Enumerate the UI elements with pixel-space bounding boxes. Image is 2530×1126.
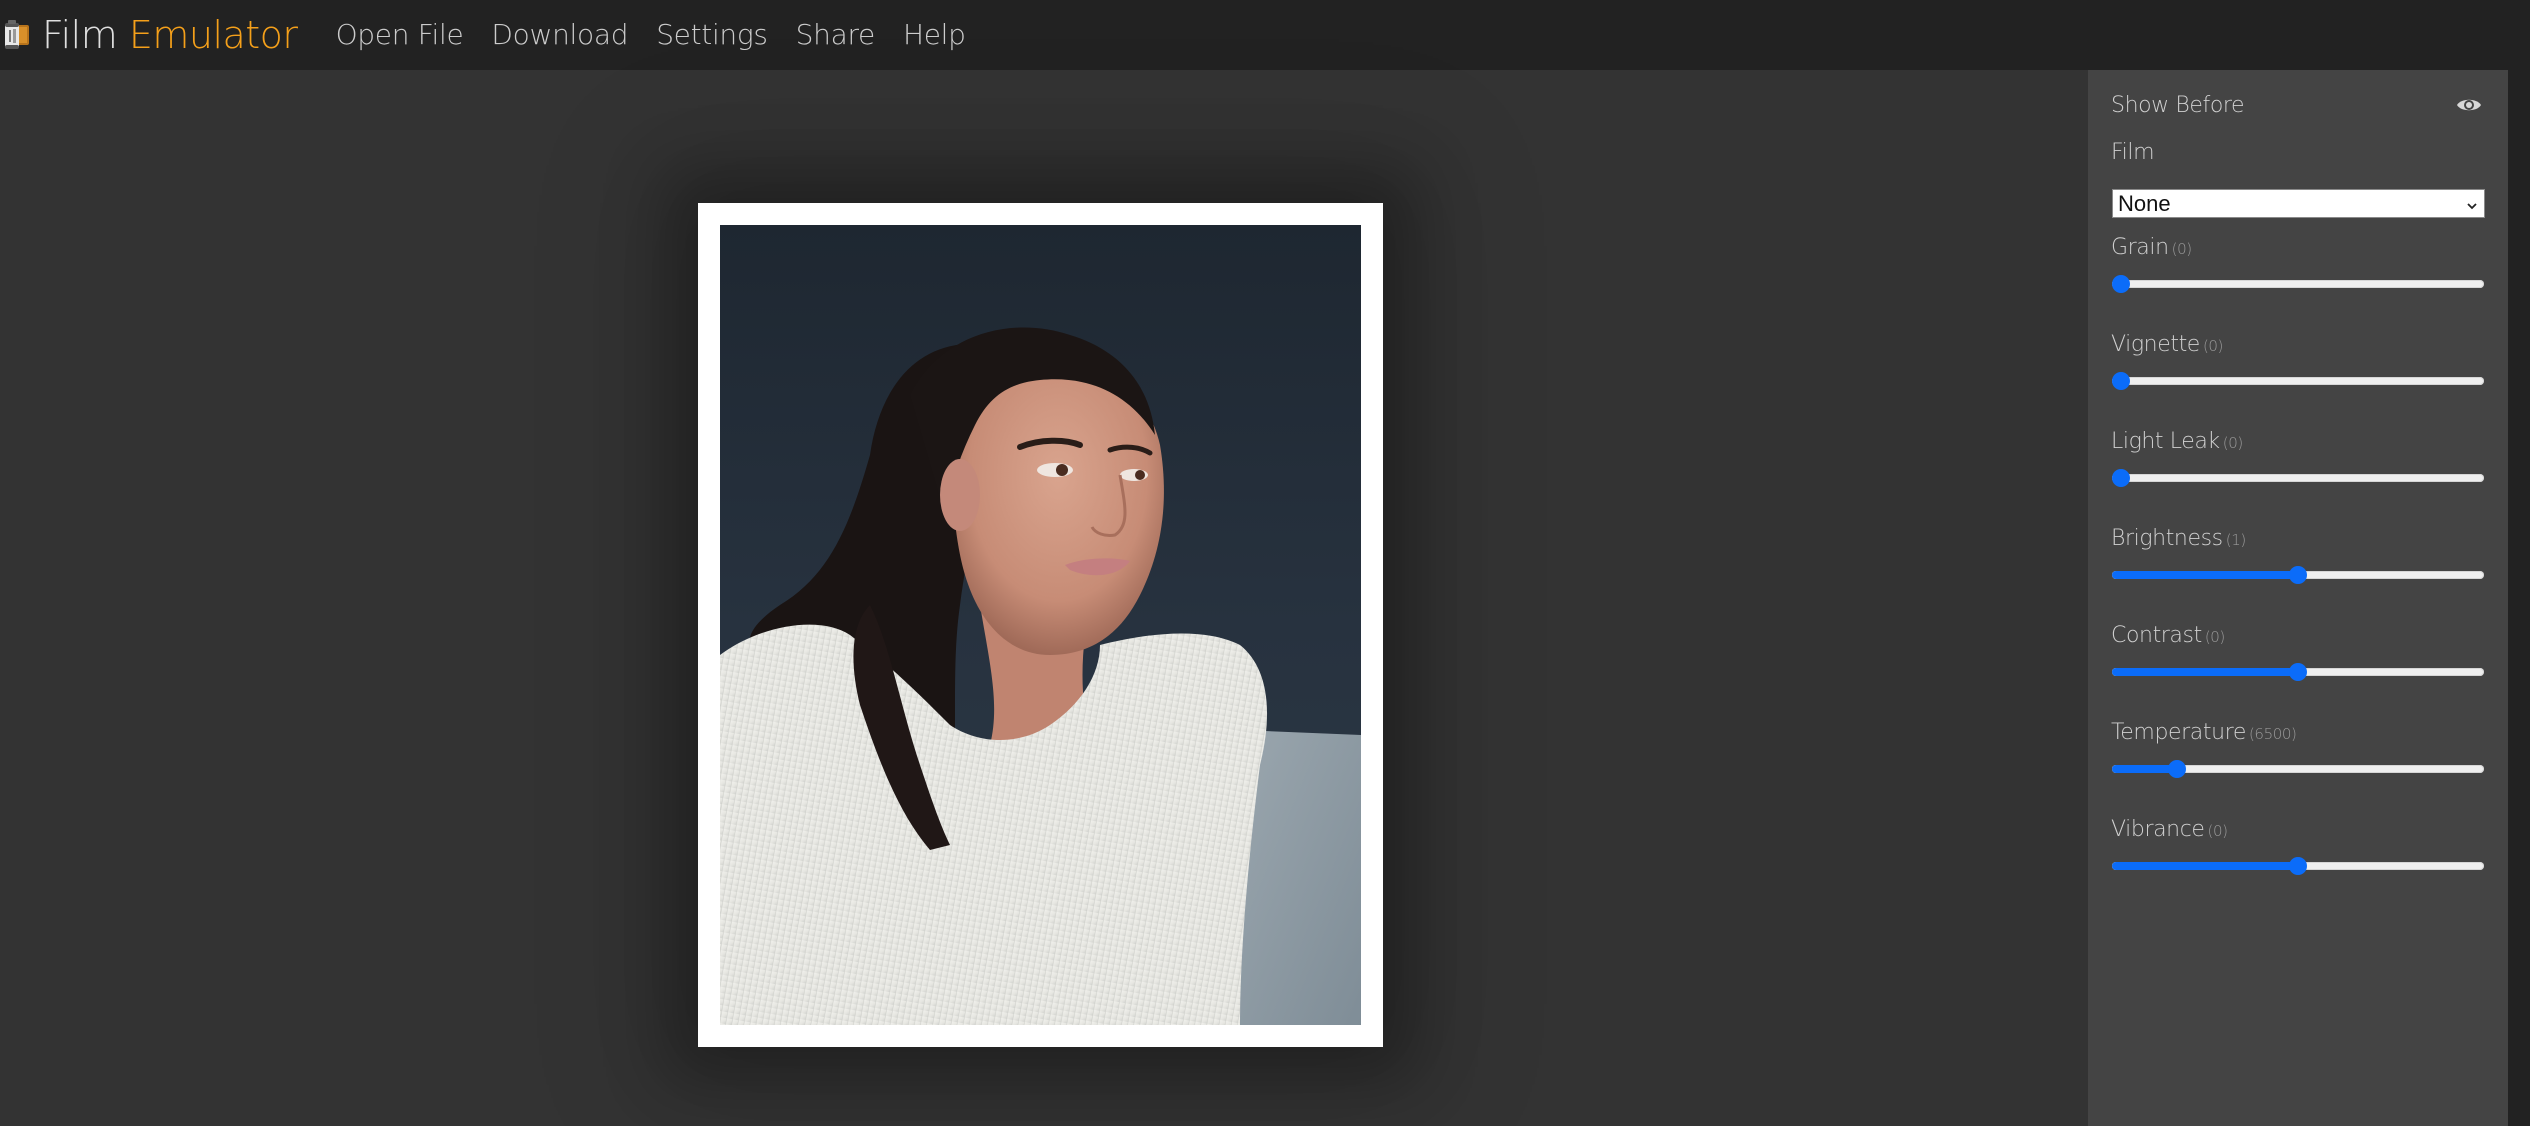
show-before-row[interactable]: Show Before: [2111, 90, 2486, 120]
top-navbar: Film Emulator Open File Download Setting…: [0, 0, 2530, 70]
contrast-label: Contrast (0): [2111, 621, 2225, 652]
vibrance-slider-fill: [2112, 862, 2298, 870]
slider-group-temperature: Temperature (6500): [2111, 718, 2486, 798]
film-canister-icon: [2, 15, 32, 55]
slider-group-vibrance: Vibrance (0): [2111, 815, 2486, 895]
photo-preview[interactable]: [720, 225, 1361, 1025]
contrast-slider-thumb[interactable]: [2289, 663, 2307, 681]
nav-share[interactable]: Share: [796, 0, 876, 70]
slider-group-brightness: Brightness (1): [2111, 524, 2486, 604]
photo-frame: [698, 203, 1383, 1047]
contrast-value: (0): [2204, 628, 2225, 646]
eye-icon[interactable]: [2456, 96, 2482, 114]
contrast-slider[interactable]: [2112, 663, 2484, 681]
app-title-film: Film: [42, 13, 118, 57]
slider-group-vignette: Vignette (0): [2111, 330, 2486, 410]
grain-label: Grain (0): [2111, 233, 2192, 264]
grain-slider-thumb[interactable]: [2112, 275, 2130, 293]
contrast-label-text: Contrast: [2111, 623, 2202, 648]
light-leak-value: (0): [2222, 434, 2243, 452]
brand[interactable]: Film Emulator: [0, 0, 298, 70]
app-title-emulator: Emulator: [128, 13, 298, 57]
adjustments-panel: Show Before Film None Grain (0) Vignette (0…: [2088, 70, 2508, 1126]
vignette-slider[interactable]: [2112, 372, 2484, 390]
vibrance-label-text: Vibrance: [2111, 817, 2205, 842]
main-nav: Open File Download Settings Share Help: [336, 0, 994, 70]
film-select-value: None: [2118, 190, 2171, 216]
film-label: Film: [2111, 140, 2155, 165]
slider-group-light-leak: Light Leak (0): [2111, 427, 2486, 507]
vibrance-label: Vibrance (0): [2111, 815, 2228, 846]
temperature-value: (6500): [2248, 725, 2297, 743]
chevron-down-icon: [2466, 197, 2478, 210]
grain-slider-track[interactable]: [2112, 280, 2484, 288]
grain-label-text: Grain: [2111, 235, 2169, 260]
light-leak-label: Light Leak (0): [2111, 427, 2243, 458]
film-select[interactable]: None: [2112, 189, 2485, 218]
app-title: Film Emulator: [42, 0, 298, 70]
portrait-illustration: [720, 225, 1361, 1025]
brightness-slider-fill: [2112, 571, 2298, 579]
brightness-slider[interactable]: [2112, 566, 2484, 584]
light-leak-slider-thumb[interactable]: [2112, 469, 2130, 487]
show-before-label: Show Before: [2111, 92, 2245, 118]
slider-group-contrast: Contrast (0): [2111, 621, 2486, 701]
nav-download[interactable]: Download: [491, 0, 628, 70]
brightness-value: (1): [2225, 531, 2246, 549]
temperature-label-text: Temperature: [2111, 720, 2246, 745]
nav-open-file[interactable]: Open File: [336, 0, 464, 70]
vignette-label: Vignette (0): [2111, 330, 2223, 361]
vibrance-slider-thumb[interactable]: [2289, 857, 2307, 875]
image-workspace: [0, 70, 2088, 1126]
vignette-slider-thumb[interactable]: [2112, 372, 2130, 390]
brightness-slider-thumb[interactable]: [2289, 566, 2307, 584]
nav-help[interactable]: Help: [903, 0, 966, 70]
light-leak-label-text: Light Leak: [2111, 429, 2220, 454]
brightness-label: Brightness (1): [2111, 524, 2246, 555]
slider-group-grain: Grain (0): [2111, 233, 2486, 313]
light-leak-slider[interactable]: [2112, 469, 2484, 487]
temperature-label: Temperature (6500): [2111, 718, 2297, 749]
vibrance-slider[interactable]: [2112, 857, 2484, 875]
panel-scrollbar-track[interactable]: [2508, 70, 2530, 1126]
contrast-slider-fill: [2112, 668, 2298, 676]
grain-value: (0): [2171, 240, 2192, 258]
temperature-slider[interactable]: [2112, 760, 2484, 778]
temperature-slider-thumb[interactable]: [2168, 760, 2187, 778]
vignette-value: (0): [2202, 337, 2224, 355]
nav-settings[interactable]: Settings: [656, 0, 768, 70]
vibrance-value: (0): [2207, 822, 2228, 840]
vignette-slider-track[interactable]: [2112, 377, 2484, 385]
grain-slider[interactable]: [2112, 275, 2484, 293]
vignette-label-text: Vignette: [2111, 332, 2200, 357]
brightness-label-text: Brightness: [2111, 526, 2223, 551]
light-leak-slider-track[interactable]: [2112, 474, 2484, 482]
